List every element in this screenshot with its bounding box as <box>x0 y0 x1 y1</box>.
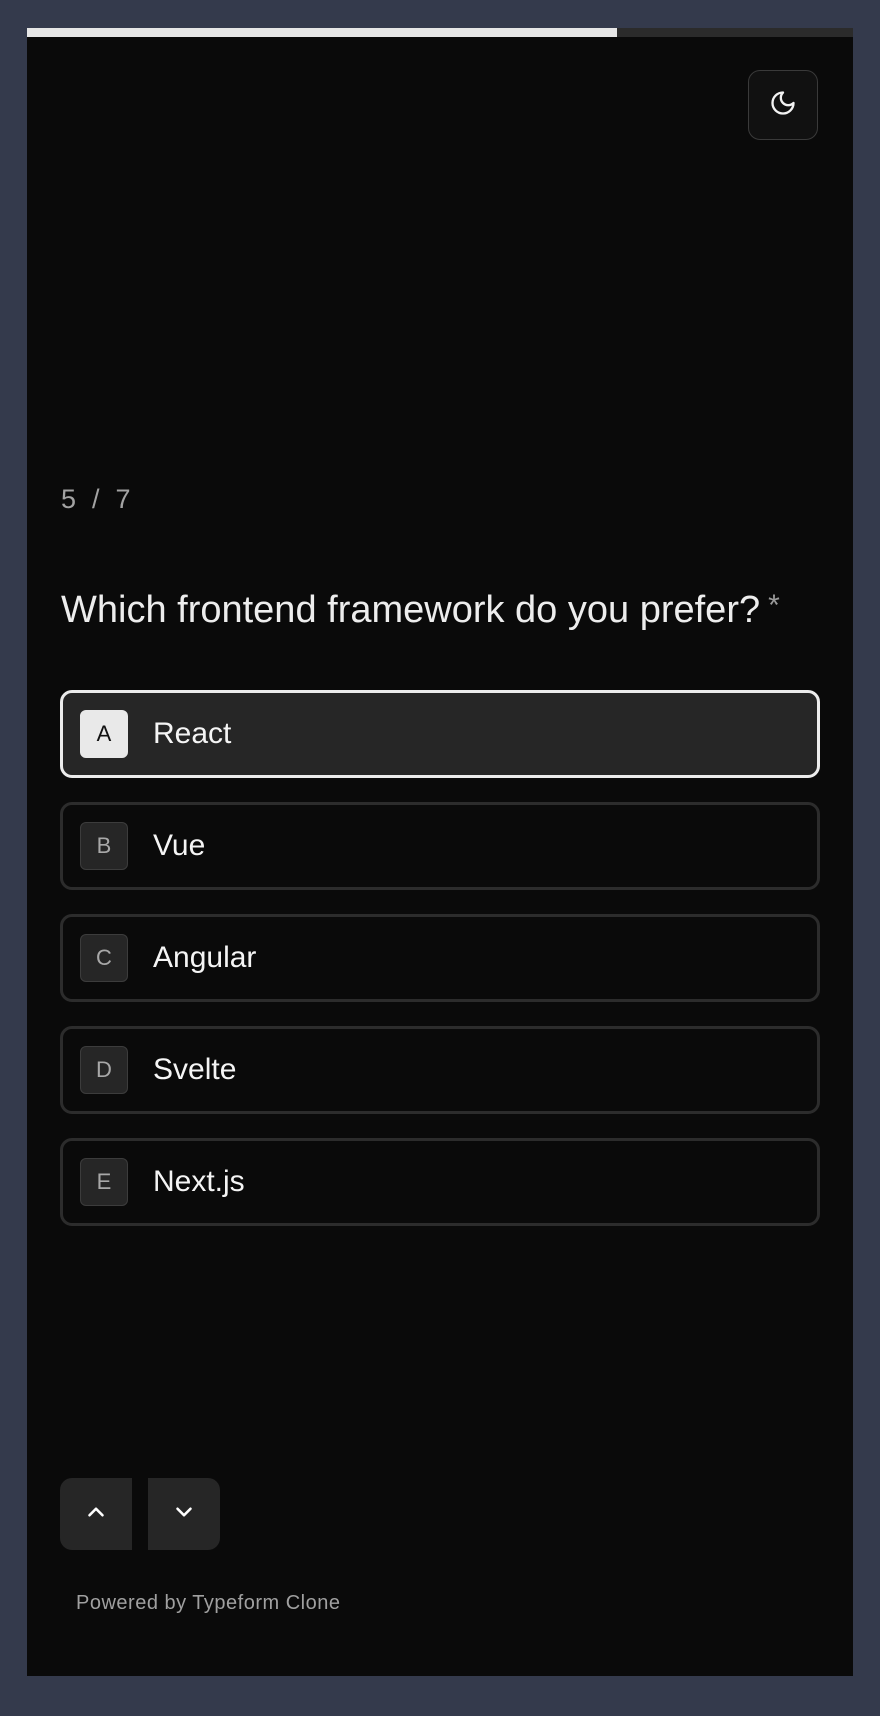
theme-toggle-button[interactable] <box>748 70 818 140</box>
question-title: Which frontend framework do you prefer? * <box>61 588 841 634</box>
progress-fill <box>27 28 617 37</box>
option-label: Next.js <box>153 1165 245 1198</box>
progress-bar <box>27 28 853 37</box>
counter-current: 5 <box>61 484 77 514</box>
counter-separator: / <box>92 484 100 514</box>
option-key: C <box>80 934 128 982</box>
chevron-up-icon <box>83 1499 109 1530</box>
required-mark: * <box>768 589 780 622</box>
option-key: E <box>80 1158 128 1206</box>
chevron-down-icon <box>171 1499 197 1530</box>
options-list: A React B Vue C Angular D Svelte E Next.… <box>60 690 820 1250</box>
option-key: B <box>80 822 128 870</box>
option-react[interactable]: A React <box>60 690 820 778</box>
option-key: A <box>80 710 128 758</box>
option-svelte[interactable]: D Svelte <box>60 1026 820 1114</box>
option-key: D <box>80 1046 128 1094</box>
option-angular[interactable]: C Angular <box>60 914 820 1002</box>
form-frame: 5 / 7 Which frontend framework do you pr… <box>27 28 853 1676</box>
navigation-controls <box>60 1478 220 1550</box>
option-vue[interactable]: B Vue <box>60 802 820 890</box>
next-question-button[interactable] <box>148 1478 220 1550</box>
powered-by-footer: Powered by Typeform Clone <box>76 1592 341 1614</box>
question-text: Which frontend framework do you prefer? <box>61 589 761 631</box>
option-label: React <box>153 717 232 750</box>
option-nextjs[interactable]: E Next.js <box>60 1138 820 1226</box>
option-label: Vue <box>153 829 206 862</box>
moon-icon <box>769 89 797 122</box>
option-label: Svelte <box>153 1053 237 1086</box>
question-counter: 5 / 7 <box>61 486 131 513</box>
previous-question-button[interactable] <box>60 1478 132 1550</box>
option-label: Angular <box>153 941 257 974</box>
counter-total: 7 <box>115 484 131 514</box>
